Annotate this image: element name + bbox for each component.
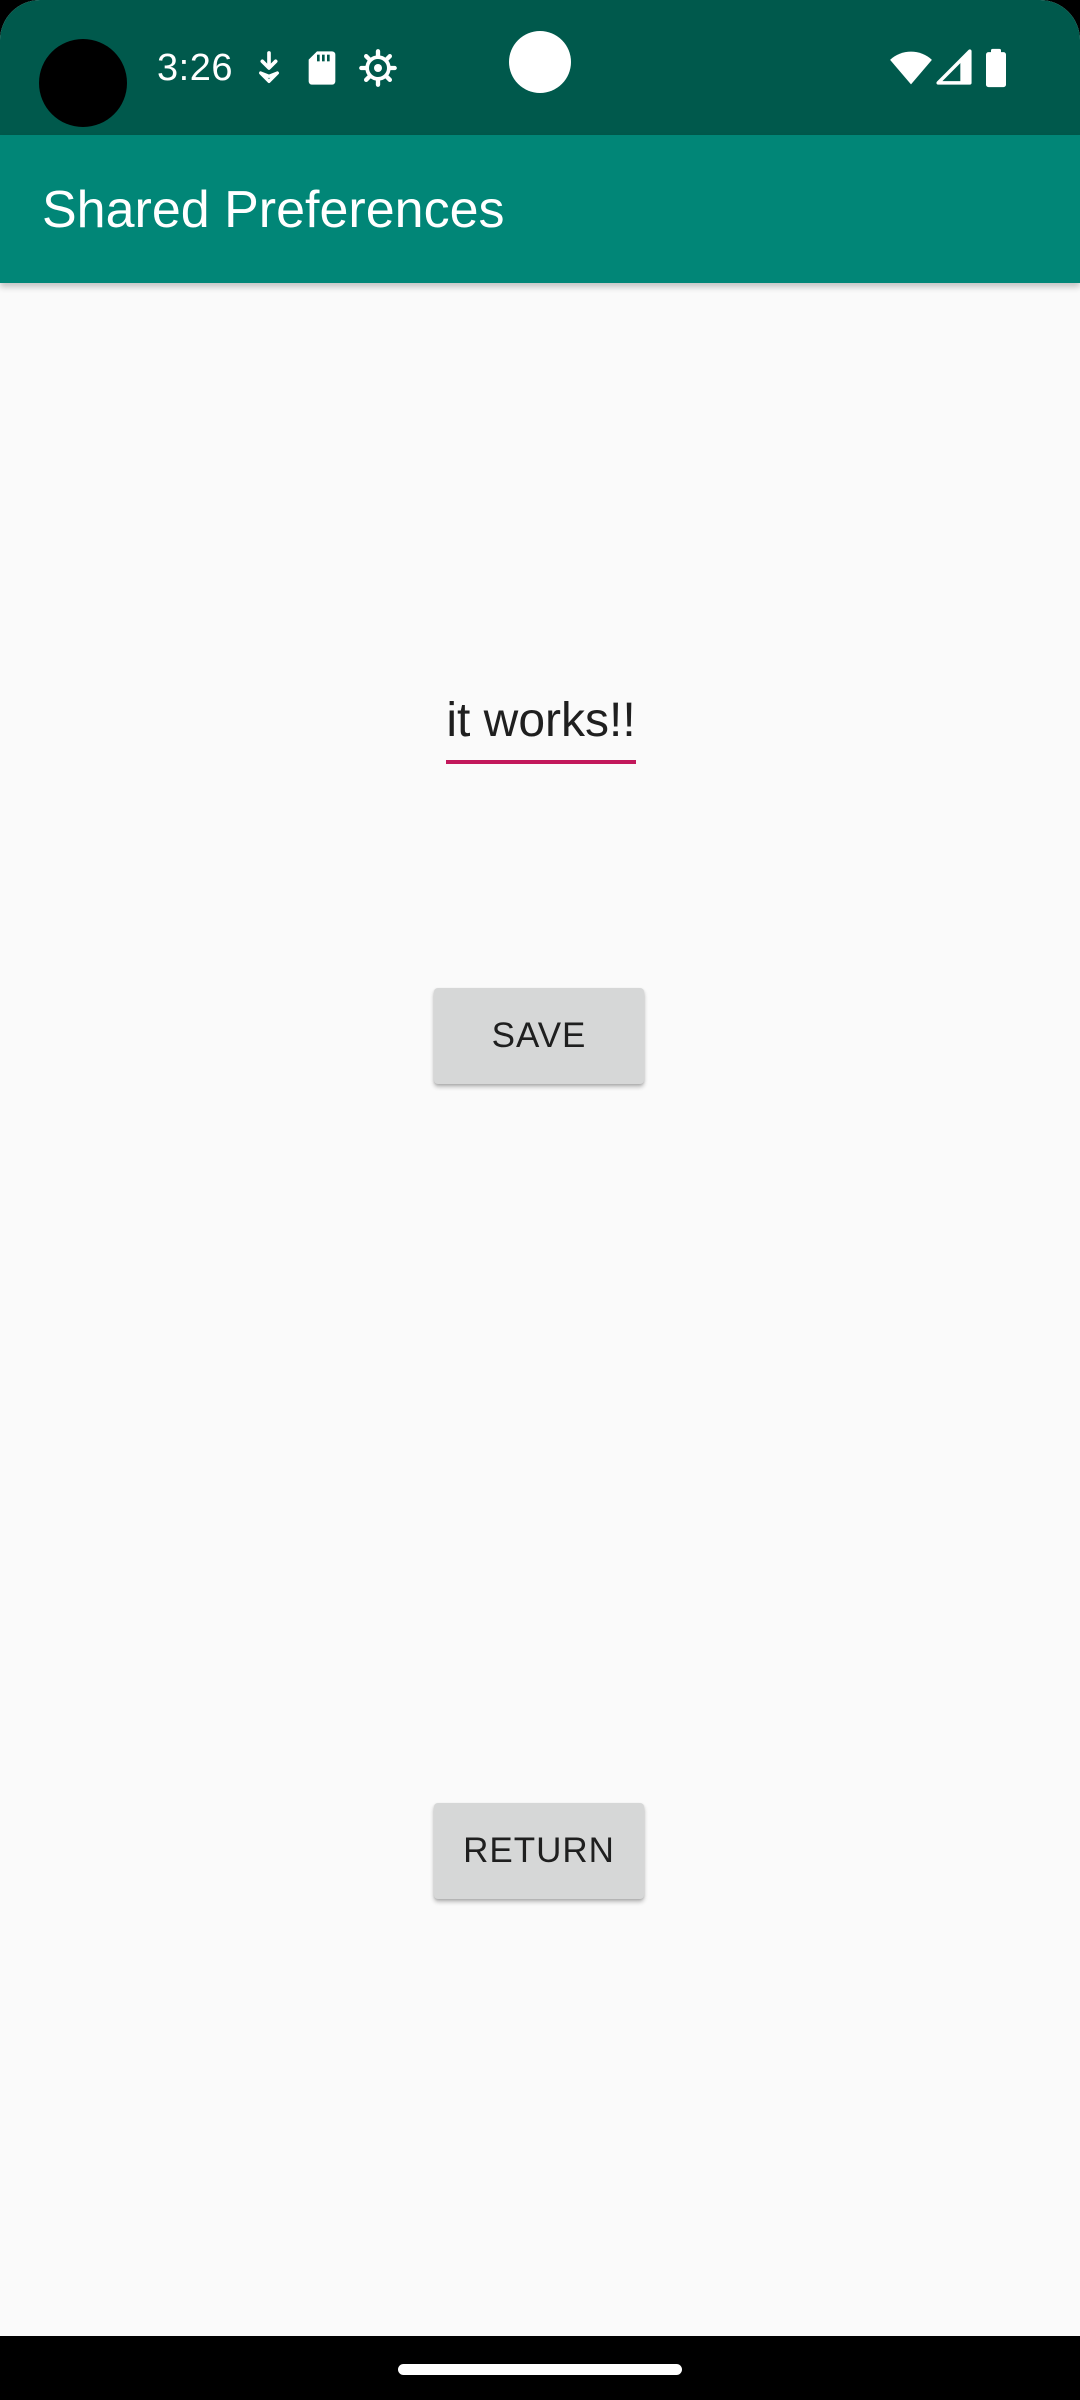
status-center-dot [509, 31, 571, 93]
return-button[interactable]: RETURN [434, 1803, 644, 1899]
sd-card-icon [302, 48, 342, 88]
save-button[interactable]: SAVE [434, 988, 644, 1084]
home-gesture-handle[interactable] [398, 2364, 682, 2375]
cell-signal-icon [935, 48, 973, 86]
app-screen: 3:26 Shared Preferences it works!! SAVE … [0, 0, 1080, 2400]
preference-text-value[interactable]: it works!! [446, 690, 636, 752]
app-title: Shared Preferences [42, 181, 505, 239]
download-icon [249, 48, 289, 88]
status-bar: 3:26 [0, 0, 1080, 135]
preference-text-field[interactable]: it works!! [446, 690, 636, 764]
gear-icon [358, 48, 398, 88]
text-field-underline [446, 760, 636, 764]
wifi-icon [889, 48, 933, 88]
navigation-bar [0, 2336, 1080, 2400]
status-time: 3:26 [157, 47, 233, 89]
battery-icon [983, 48, 1009, 88]
front-camera-cutout [39, 39, 127, 127]
app-bar: Shared Preferences [0, 135, 1080, 283]
